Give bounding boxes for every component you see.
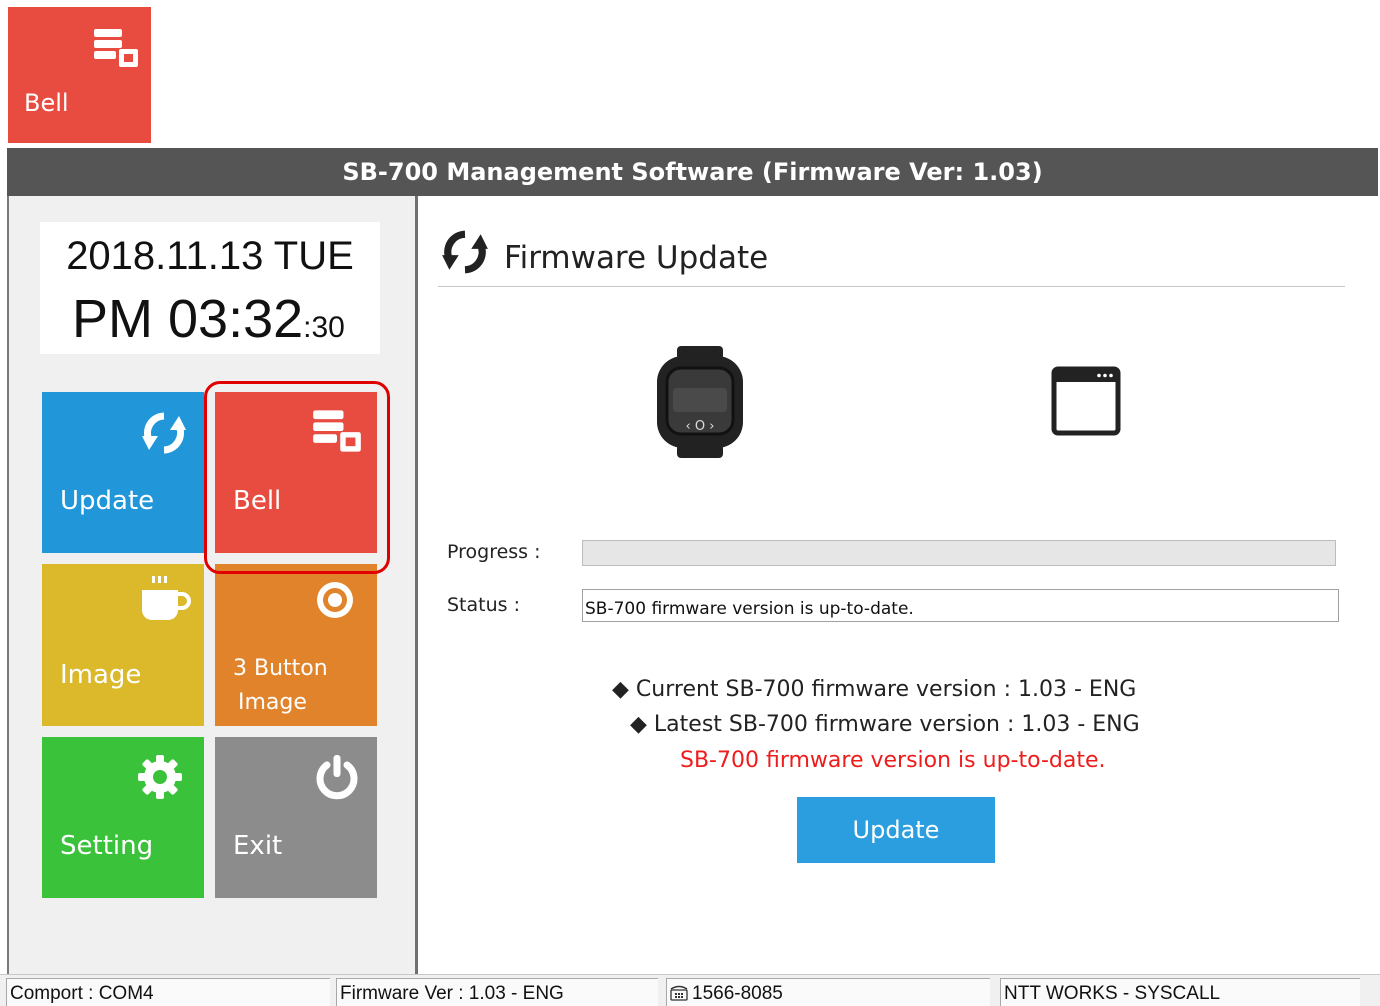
progress-bar <box>582 540 1336 566</box>
clock-hhmm: PM 03:32 <box>72 289 304 349</box>
company-status: NTT WORKS - SYSCALL <box>1000 978 1360 1006</box>
diamond-bullet-icon: ◆ <box>630 712 647 737</box>
current-version-text: Current SB-700 firmware version : 1.03 -… <box>635 677 1137 702</box>
comport-status: Comport : COM4 <box>6 978 330 1006</box>
clock-seconds: :30 <box>303 311 345 344</box>
clock-date: 2018.11.13 TUE <box>66 234 354 278</box>
phone-status: 1566-8085 <box>666 978 990 1006</box>
current-version-line: ◆ Current SB-700 firmware version : 1.03… <box>612 677 1136 702</box>
svg-text:‹ O ›: ‹ O › <box>686 419 715 434</box>
image-tile[interactable]: Image <box>42 564 204 726</box>
window-title: SB-700 Management Software (Firmware Ver… <box>342 158 1043 186</box>
firmware-status: Firmware Ver : 1.03 - ENG <box>336 978 658 1006</box>
three-button-image-tile[interactable]: 3 Button Image <box>215 564 377 726</box>
window-icon <box>1051 366 1121 440</box>
phone-icon <box>670 981 688 1006</box>
watch-icon: ‹ O › <box>655 346 745 462</box>
status-label: Status : <box>447 594 520 616</box>
three-button-label-line1: 3 Button <box>233 656 328 681</box>
diamond-bullet-icon: ◆ <box>612 677 629 702</box>
latest-version-text: Latest SB-700 firmware version : 1.03 - … <box>653 712 1140 737</box>
refresh-icon <box>140 410 188 460</box>
image-tile-label: Image <box>60 660 142 690</box>
progress-label: Progress : <box>447 541 541 563</box>
badge-icon <box>315 580 355 624</box>
power-icon <box>313 753 361 805</box>
database-icon <box>92 27 140 73</box>
setting-tile-label: Setting <box>60 831 154 861</box>
title-divider <box>438 286 1345 287</box>
window-title-bar: SB-700 Management Software (Firmware Ver… <box>7 148 1378 196</box>
phone-number: 1566-8085 <box>692 983 783 1004</box>
coffee-cup-icon <box>138 574 192 630</box>
callout-bell-tile: Bell <box>8 7 151 143</box>
three-button-label-line2: Image <box>238 690 307 715</box>
exit-tile-label: Exit <box>233 831 283 861</box>
bell-highlight-outline <box>204 381 390 574</box>
update-tile[interactable]: Update <box>42 392 204 553</box>
gear-icon <box>136 753 184 805</box>
callout-bell-label: Bell <box>24 89 69 117</box>
status-field: SB-700 firmware version is up-to-date. <box>582 589 1339 622</box>
latest-version-line: ◆ Latest SB-700 firmware version : 1.03 … <box>630 712 1140 737</box>
clock-time: PM 03:32:30 <box>72 288 345 350</box>
firmware-update-title: Firmware Update <box>504 240 769 276</box>
update-tile-label: Update <box>60 486 155 516</box>
up-to-date-message: SB-700 firmware version is up-to-date. <box>680 748 1106 773</box>
update-button[interactable]: Update <box>797 797 995 863</box>
refresh-icon <box>440 228 490 280</box>
exit-tile[interactable]: Exit <box>215 737 377 898</box>
clock-display: 2018.11.13 TUE PM 03:32:30 <box>40 222 380 354</box>
setting-tile[interactable]: Setting <box>42 737 204 898</box>
